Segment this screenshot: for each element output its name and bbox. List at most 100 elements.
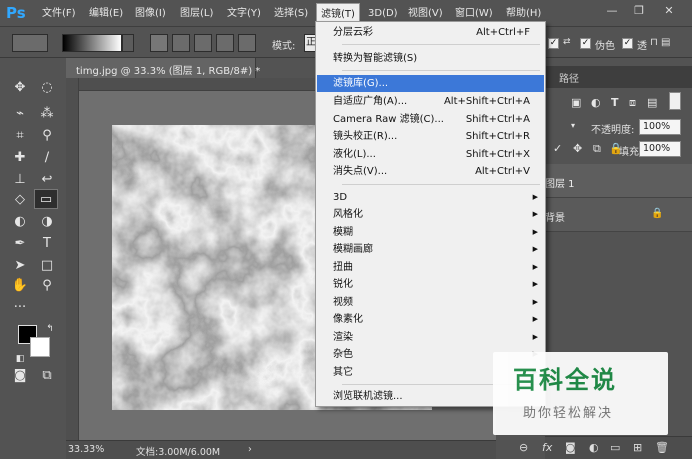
layer-mask-icon[interactable]: ◙ [565,441,576,454]
dither-checkbox[interactable]: ✓ [580,38,591,49]
fill-field[interactable]: 100% [639,141,681,157]
brush-tool-icon[interactable]: ∕ [35,148,59,168]
menu-file[interactable]: 文件(F) [42,7,76,21]
menu-item-vanishing-point[interactable]: 消失点(V)... Alt+Ctrl+V [317,163,544,180]
gradient-picker[interactable] [62,34,122,52]
lock-fill-row: ✓ ✥ ⧉ 🔒 填充: 100% [545,138,692,160]
status-expand-icon[interactable]: › [248,444,252,455]
menu-item-render[interactable]: 渲染 ▶ [317,329,544,346]
new-layer-icon[interactable]: ⊞ [633,441,642,454]
zoom-level[interactable]: 33.33% [68,444,104,455]
opacity-label: 不透明度: [591,125,635,136]
mode-label: 模式: [272,41,296,52]
lock-transparency-icon[interactable]: ✓ [553,142,562,155]
eraser-tool-icon[interactable]: ◇ [8,190,32,210]
menu-item-lens-correction[interactable]: 镜头校正(R)... Shift+Ctrl+R [317,128,544,145]
crop-tool-icon[interactable]: ⌗ [8,126,32,146]
menu-item-difference-clouds[interactable]: 分层云彩 Alt+Ctrl+F [317,24,544,41]
transparency-checkbox[interactable]: ✓ [622,38,633,49]
layer-row[interactable]: 图层 1 [545,164,692,198]
menu-item-pixelate[interactable]: 像素化 ▶ [317,311,544,328]
blend-mode-dropdown-icon[interactable]: ▾ [571,121,575,130]
background-color-swatch[interactable] [30,337,50,357]
adjustment-layer-icon[interactable]: ◐ [589,441,599,454]
menu-item-blur-gallery[interactable]: 模糊画廊 ▶ [317,241,544,258]
lasso-tool-icon[interactable]: ◌ [35,78,59,98]
submenu-arrow-icon: ▶ [532,298,538,306]
menu-item-adaptive-wide-angle[interactable]: 自适应广角(A)... Alt+Shift+Ctrl+A [317,93,544,110]
menu-3d[interactable]: 3D(D) [368,7,398,21]
menu-separator [342,184,540,185]
link-layers-icon[interactable]: ⊖ [519,441,528,454]
menu-type[interactable]: 文字(Y) [227,7,261,21]
tool-preset-picker[interactable] [12,34,48,52]
quick-select-tool-icon[interactable]: ⌁ [8,104,32,124]
hand-tool-icon[interactable]: ✋ [8,276,32,296]
lock-artboard-icon[interactable]: ⧉ [593,142,601,156]
menu-help[interactable]: 帮助(H) [506,7,541,21]
menu-item-video[interactable]: 视频 ▶ [317,294,544,311]
filter-smart-icon[interactable]: ▤ [647,96,657,109]
menu-item-sharpen[interactable]: 锐化 ▶ [317,276,544,293]
screen-mode-icon[interactable]: ⧉ [35,366,59,386]
filter-type-icon[interactable]: T [611,96,619,109]
panel-toggle-icon[interactable]: ⊓ ▤ [650,37,670,48]
eyedropper-tool-icon[interactable]: ⚲ [35,126,59,146]
blur-tool-icon[interactable]: ◐ [8,212,32,232]
blend-opacity-row: ▾ 不透明度: 100% [545,116,692,138]
layer-style-icon[interactable]: fx [542,441,552,454]
rectangle-tool-icon[interactable]: □ [35,256,59,276]
menu-item-convert-smart-filter[interactable]: 转换为智能滤镜(S) [317,50,544,67]
pen-tool-icon[interactable]: ✒ [8,234,32,254]
filter-toggle-icon[interactable] [669,92,681,110]
filter-image-icon[interactable]: ▣ [571,96,581,109]
filter-shape-icon[interactable]: ⧈ [629,96,636,110]
tab-paths[interactable]: 路径 [559,70,579,85]
menu-select[interactable]: 选择(S) [274,7,308,21]
more-tools-icon[interactable]: ··· [8,298,32,318]
path-select-tool-icon[interactable]: ➤ [8,256,32,276]
menu-item-distort[interactable]: 扭曲 ▶ [317,259,544,276]
opacity-field[interactable]: 100% [639,119,681,135]
lock-move-icon[interactable]: ✥ [573,142,582,155]
quick-mask-icon[interactable]: ◙ [8,366,32,386]
menu-window[interactable]: 窗口(W) [455,7,493,21]
close-icon[interactable]: ✕ [662,4,676,18]
gradient-tool-icon[interactable]: ▭ [34,189,58,209]
document-tab[interactable]: timg.jpg @ 33.3% (图层 1, RGB/8#) * [66,58,260,78]
linear-gradient-icon[interactable] [150,34,168,52]
dodge-tool-icon[interactable]: ◑ [35,212,59,232]
reflected-gradient-icon[interactable] [216,34,234,52]
layer-row[interactable]: 背景 🔒 [545,198,692,232]
radial-gradient-icon[interactable] [172,34,190,52]
dither-label: 伪色 [595,41,615,52]
type-tool-icon[interactable]: T [35,234,59,254]
menu-item-blur[interactable]: 模糊 ▶ [317,224,544,241]
clone-stamp-tool-icon[interactable]: ⊥ [8,170,32,190]
swap-colors-icon[interactable]: ↰ [38,319,62,339]
reverse-checkbox[interactable]: ✓ [548,38,559,49]
layers-panel-footer: ⊖ fx ◙ ◐ ▭ ⊞ 🗑 [519,436,692,459]
magic-wand-tool-icon[interactable]: ⁂ [35,104,59,124]
menu-image[interactable]: 图像(I) [135,7,166,21]
delete-layer-icon[interactable]: 🗑 [655,441,669,454]
move-tool-icon[interactable]: ✥ [8,78,32,98]
new-group-icon[interactable]: ▭ [610,441,620,454]
menu-item-stylize[interactable]: 风格化 ▶ [317,206,544,223]
filter-adjust-icon[interactable]: ◐ [591,96,601,109]
restore-icon[interactable]: ❐ [632,4,646,18]
menu-item-3d[interactable]: 3D ▶ [317,189,544,206]
menu-item-filter-gallery[interactable]: 滤镜库(G)... [317,75,544,92]
healing-tool-icon[interactable]: ✚ [8,148,32,168]
menu-item-liquify[interactable]: 液化(L)... Shift+Ctrl+X [317,146,544,163]
zoom-tool-icon[interactable]: ⚲ [35,276,59,296]
menu-edit[interactable]: 编辑(E) [89,7,123,21]
angle-gradient-icon[interactable] [194,34,212,52]
menu-item-camera-raw[interactable]: Camera Raw 滤镜(C)... Shift+Ctrl+A [317,111,544,128]
history-brush-tool-icon[interactable]: ↩ [35,170,59,190]
diamond-gradient-icon[interactable] [238,34,256,52]
menu-view[interactable]: 视图(V) [408,7,443,21]
menu-layer[interactable]: 图层(L) [180,7,213,21]
minimize-icon[interactable]: — [605,4,619,18]
gradient-dropdown-icon[interactable] [122,34,134,52]
